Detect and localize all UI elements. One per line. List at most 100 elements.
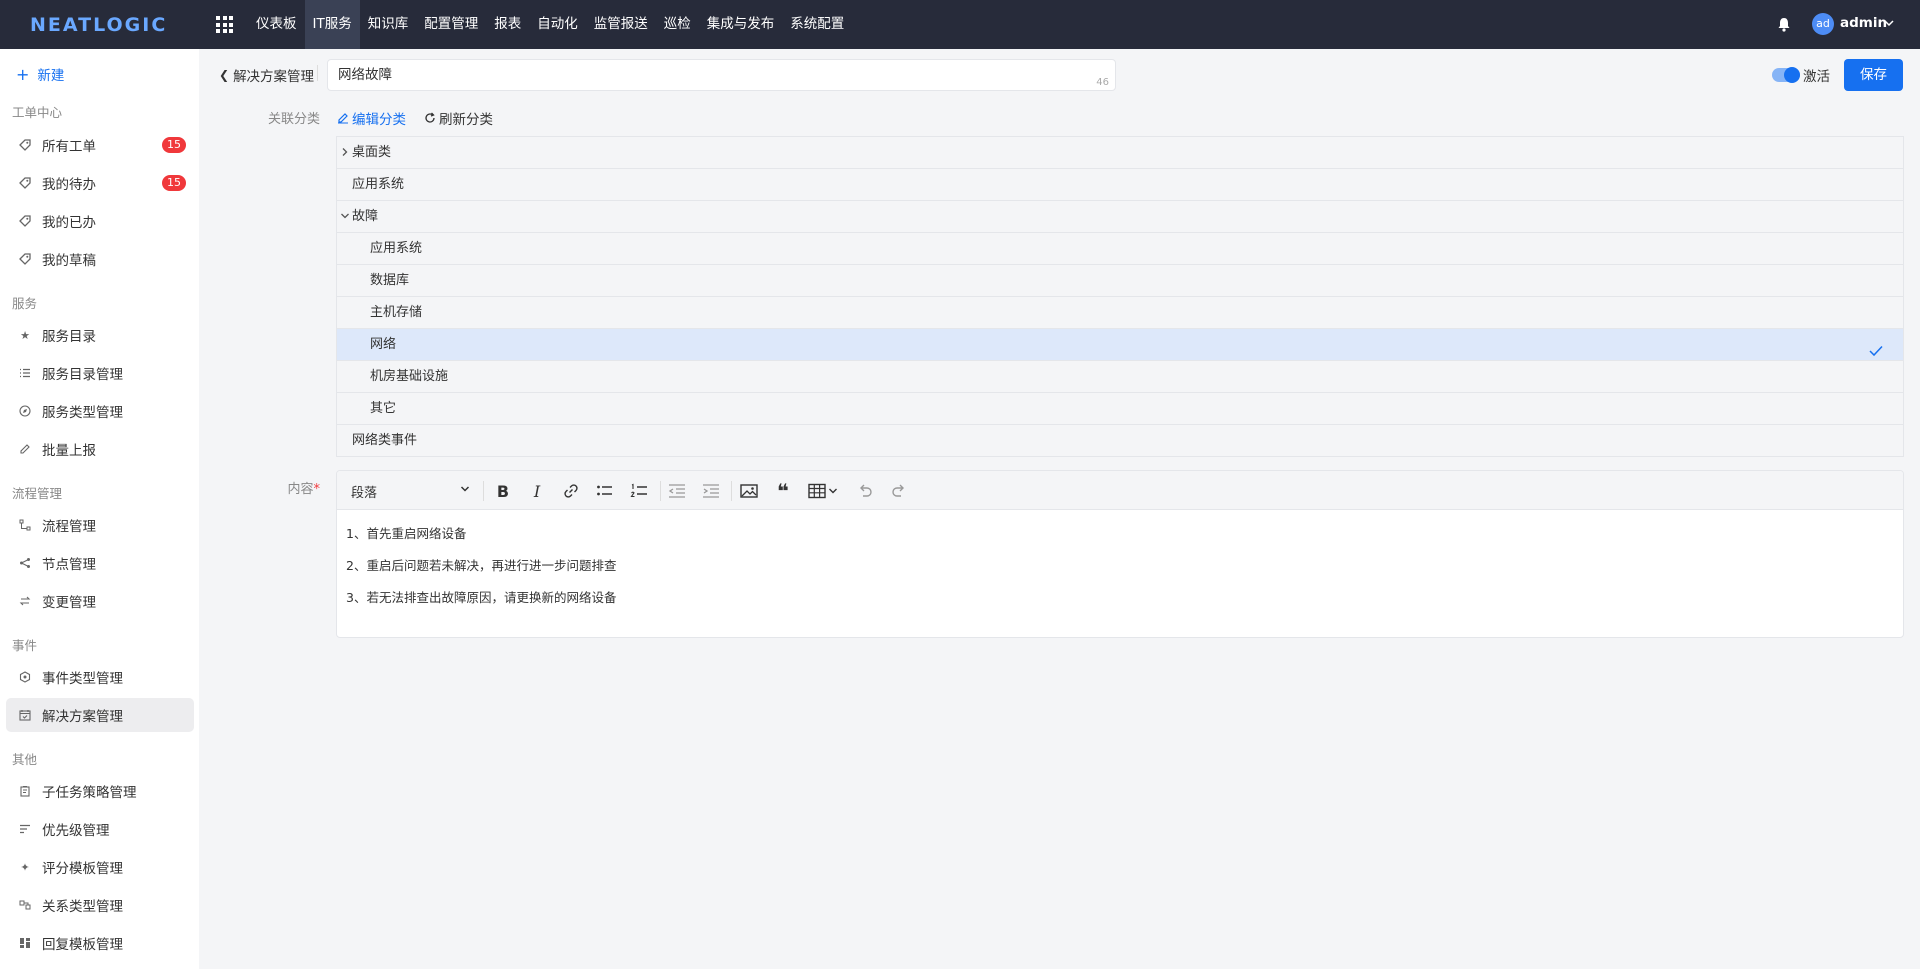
italic-icon[interactable]: I xyxy=(527,481,547,501)
content-paragraph: 2、重启后问题若未解决，再进行进一步问题排查 xyxy=(346,558,617,573)
numbered-list-icon[interactable] xyxy=(629,481,649,501)
group-title-other: 其他 xyxy=(12,752,38,767)
plus-icon: + xyxy=(16,64,30,84)
top-nav-item[interactable]: 报表 xyxy=(486,0,529,49)
apps-grid-icon[interactable] xyxy=(216,16,233,33)
sidebar: + 新建 工单中心 所有工单 15 我的待办 15 我的已办 我的草稿 服务 ★… xyxy=(0,49,199,969)
app-logo[interactable]: NEATLOGIC xyxy=(30,14,167,36)
toolbar-divider xyxy=(731,481,732,501)
table-icon[interactable] xyxy=(807,481,827,501)
category-tree: 桌面类应用系统 故障 应用系统数据库主机存储网络机房基础设施其它 网络类事件 xyxy=(336,136,1904,457)
top-nav-item[interactable]: 监管报送 xyxy=(586,0,656,49)
back-link[interactable]: ❮ 解决方案管理 xyxy=(219,65,314,85)
indent-icon[interactable] xyxy=(701,481,721,501)
tree-node-label: 数据库 xyxy=(370,273,410,288)
group-title-flow: 流程管理 xyxy=(12,486,63,501)
sidebar-item-reply-template-mgmt[interactable]: 回复模板管理 xyxy=(6,926,194,960)
tree-node-label: 机房基础设施 xyxy=(370,369,449,384)
group-title-service: 服务 xyxy=(12,296,38,311)
tree-node-label: 主机存储 xyxy=(370,305,423,320)
sidebar-item-event-type-mgmt[interactable]: 事件类型管理 xyxy=(6,660,194,694)
bold-icon[interactable]: B xyxy=(493,481,513,501)
save-button[interactable]: 保存 xyxy=(1844,59,1903,91)
tree-node-label: 网络 xyxy=(370,337,397,352)
sidebar-item-node-mgmt[interactable]: 节点管理 xyxy=(6,546,194,580)
refresh-category-button[interactable]: 刷新分类 xyxy=(424,108,493,128)
editor-content[interactable]: 1、首先重启网络设备 2、重启后问题若未解决，再进行进一步问题排查 3、若无法排查出… xyxy=(337,510,1903,637)
share-icon xyxy=(18,556,32,570)
top-nav-item[interactable]: 集成与发布 xyxy=(699,0,783,49)
title-input[interactable]: 网络故障 46 xyxy=(327,59,1116,91)
chevron-right-icon[interactable] xyxy=(340,137,350,169)
top-bar: NEATLOGIC 仪表板 IT服务 知识库 配置管理 报表 自动化 监管报送 巡检 集成与发布… xyxy=(0,0,1920,49)
tree-node-label: 桌面类 xyxy=(352,145,392,160)
image-icon[interactable] xyxy=(739,481,759,501)
tree-node[interactable]: 机房基础设施 xyxy=(337,361,1903,393)
sidebar-item-my-done[interactable]: 我的已办 xyxy=(6,204,194,238)
outdent-icon[interactable] xyxy=(667,481,687,501)
tree-node[interactable]: 应用系统 xyxy=(337,169,1903,201)
new-button[interactable]: + 新建 xyxy=(16,64,64,85)
user-name[interactable]: admin xyxy=(1840,15,1887,31)
toolbar-divider xyxy=(660,481,661,501)
tree-node[interactable]: 网络 xyxy=(337,329,1903,361)
tree-node[interactable]: 桌面类 xyxy=(337,137,1903,169)
char-count: 46 xyxy=(1096,77,1109,88)
tree-node[interactable]: 网络类事件 xyxy=(337,425,1903,457)
sidebar-item-solution-mgmt[interactable]: 解决方案管理 xyxy=(6,698,194,732)
sidebar-item-flow-mgmt[interactable]: 流程管理 xyxy=(6,508,194,542)
chevron-down-icon[interactable] xyxy=(1884,18,1894,28)
sidebar-item-subtask-strategy-mgmt[interactable]: 子任务策略管理 xyxy=(6,774,194,808)
count-badge: 15 xyxy=(162,175,186,191)
edit-category-button[interactable]: 编辑分类 xyxy=(337,108,406,128)
tree-node[interactable]: 数据库 xyxy=(337,265,1903,297)
tag-icon xyxy=(18,252,32,266)
chevron-down-icon[interactable] xyxy=(827,481,839,501)
chevron-left-icon: ❮ xyxy=(219,68,230,82)
redo-icon[interactable] xyxy=(889,481,909,501)
sidebar-item-my-drafts[interactable]: 我的草稿 xyxy=(6,242,194,276)
sidebar-item-rating-template-mgmt[interactable]: ✦ 评分模板管理 xyxy=(6,850,194,884)
sidebar-item-service-type-mgmt[interactable]: 服务类型管理 xyxy=(6,394,194,428)
list-icon xyxy=(18,366,32,380)
sidebar-item-all-orders[interactable]: 所有工单 15 xyxy=(6,128,194,162)
sidebar-item-batch-report[interactable]: 批量上报 xyxy=(6,432,194,466)
sidebar-item-service-catalog-mgmt[interactable]: 服务目录管理 xyxy=(6,356,194,390)
top-nav-item[interactable]: 巡检 xyxy=(656,0,699,49)
link-icon[interactable] xyxy=(561,481,581,501)
sidebar-item-change-mgmt[interactable]: 变更管理 xyxy=(6,584,194,618)
undo-icon[interactable] xyxy=(855,481,875,501)
chevron-down-icon[interactable] xyxy=(340,201,350,233)
refresh-icon xyxy=(425,112,435,123)
sidebar-item-my-todo[interactable]: 我的待办 15 xyxy=(6,166,194,200)
top-nav-item[interactable]: 配置管理 xyxy=(416,0,486,49)
tag-icon xyxy=(18,214,32,228)
count-badge: 15 xyxy=(162,137,186,153)
bullet-list-icon[interactable] xyxy=(595,481,615,501)
top-nav-item[interactable]: 知识库 xyxy=(360,0,417,49)
content-label: 内容* xyxy=(287,482,320,497)
sort-icon xyxy=(18,822,32,836)
paragraph-style-select[interactable]: 段落 xyxy=(351,482,471,501)
group-title-work: 工单中心 xyxy=(12,105,63,120)
avatar[interactable]: ad xyxy=(1812,13,1834,35)
edit-icon xyxy=(338,113,348,124)
tree-node[interactable]: 其它 xyxy=(337,393,1903,425)
tree-node[interactable]: 故障 xyxy=(337,201,1903,233)
relation-icon xyxy=(18,898,32,912)
active-toggle[interactable] xyxy=(1772,67,1800,83)
blockquote-icon[interactable]: ❝ xyxy=(773,481,793,501)
tree-node[interactable]: 应用系统 xyxy=(337,233,1903,265)
sidebar-item-priority-mgmt[interactable]: 优先级管理 xyxy=(6,812,194,846)
top-nav-item[interactable]: 仪表板 xyxy=(248,0,305,49)
tree-node[interactable]: 主机存储 xyxy=(337,297,1903,329)
top-nav-item[interactable]: IT服务 xyxy=(304,0,360,49)
sidebar-item-relation-type-mgmt[interactable]: 关系类型管理 xyxy=(6,888,194,922)
sidebar-item-service-catalog[interactable]: ★ 服务目录 xyxy=(6,318,194,352)
bell-icon[interactable] xyxy=(1777,17,1791,32)
rich-text-editor: 段落 B I ❝ 1、首先重启网络设备 2、重启后问题若未解决，再进行进一步问题排… xyxy=(336,470,1904,638)
top-nav-item[interactable]: 自动化 xyxy=(529,0,586,49)
category-label: 关联分类 xyxy=(267,112,320,127)
flow-icon xyxy=(18,518,32,532)
top-nav-item[interactable]: 系统配置 xyxy=(782,0,852,49)
